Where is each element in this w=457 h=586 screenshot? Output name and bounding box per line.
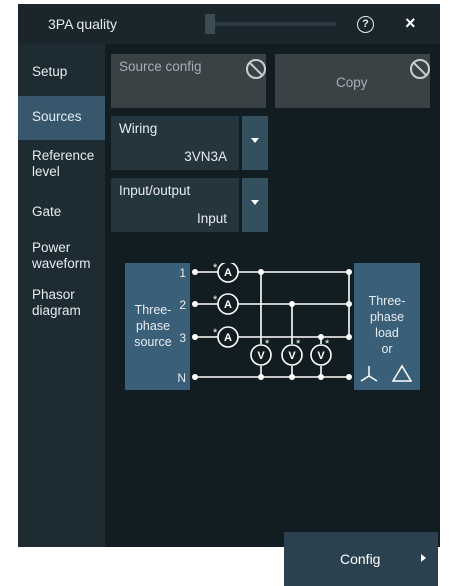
load-label-line: Three- [369,294,406,308]
source-config-button[interactable]: Source config [111,54,266,108]
disabled-icon [410,59,430,79]
terminal-label: 1 [179,266,186,280]
title-bar: 3PA quality ? × [18,4,440,44]
source-label-line: source [134,335,172,349]
polarity-mark: * [265,338,270,350]
dialog-scroll-thumb[interactable] [205,14,215,34]
ammeter-icon: A [224,267,232,279]
sidebar-item-label: Sources [32,109,82,124]
close-icon[interactable]: × [405,13,416,34]
voltmeter-icon: V [288,350,296,362]
sidebar-item-label: Setup [32,64,68,79]
junction-dots [192,269,352,380]
wiring-value: 3VN3A [184,149,227,164]
sidebar-item-reference-level[interactable]: Reference level [18,148,105,184]
ammeter-icons: A A A * * * [213,263,239,348]
config-button-label: Config [340,551,381,567]
polarity-mark: * [213,327,218,339]
input-output-dropdown-arrow[interactable] [242,178,268,232]
polarity-mark: * [213,263,218,274]
input-output-value: Input [196,211,227,226]
voltmeter-icon: V [317,350,325,362]
help-icon[interactable]: ? [357,16,374,33]
sidebar-item-label: Reference level [32,148,95,179]
ammeter-icon: A [224,332,232,344]
load-label-line: or [381,342,392,356]
source-label-line: phase [136,319,170,333]
polarity-mark: * [296,338,301,350]
load-label-line: phase [370,310,404,324]
polarity-mark: * [325,338,330,350]
dialog-title: 3PA quality [48,16,118,32]
sidebar-item-phasor-diagram[interactable]: Phasor diagram [18,287,105,323]
voltmeter-icons: V V V * * * [250,338,332,366]
chevron-right-icon [421,554,426,562]
ammeter-icon: A [224,299,232,311]
input-output-field[interactable]: Input/output Input [111,178,239,232]
wiring-field[interactable]: Wiring 3VN3A [111,116,239,170]
sidebar-item-gate[interactable]: Gate [18,204,105,224]
source-label-line: Three- [135,303,172,317]
wiring-label: Wiring [119,121,158,136]
copy-label: Copy [336,75,368,90]
config-button[interactable]: Config [284,532,438,586]
wiring-dropdown-arrow[interactable] [242,116,268,170]
polarity-mark: * [213,294,218,306]
source-config-label: Source config [119,59,202,74]
wiring-diagram: Three- phase source Three- phase load or… [125,263,420,390]
disabled-icon [246,59,266,79]
terminal-label: 3 [179,331,186,345]
dialog-scroll-track[interactable] [208,22,336,26]
sidebar-item-sources[interactable]: Sources [18,96,105,140]
copy-button[interactable]: Copy [275,54,430,108]
voltmeter-icon: V [257,350,265,362]
sidebar-item-label: Gate [32,204,62,219]
terminal-label: 2 [179,298,186,312]
terminal-label: N [177,371,186,385]
sidebar-item-label: Phasor diagram [32,287,81,318]
sidebar-item-power-waveform[interactable]: Power waveform [18,240,105,276]
sidebar-item-setup[interactable]: Setup [18,64,105,84]
input-output-label: Input/output [119,183,191,198]
sidebar: Setup Sources Reference level Gate Power… [18,44,105,547]
load-label-line: load [375,326,399,340]
sidebar-item-label: Power waveform [32,240,91,271]
